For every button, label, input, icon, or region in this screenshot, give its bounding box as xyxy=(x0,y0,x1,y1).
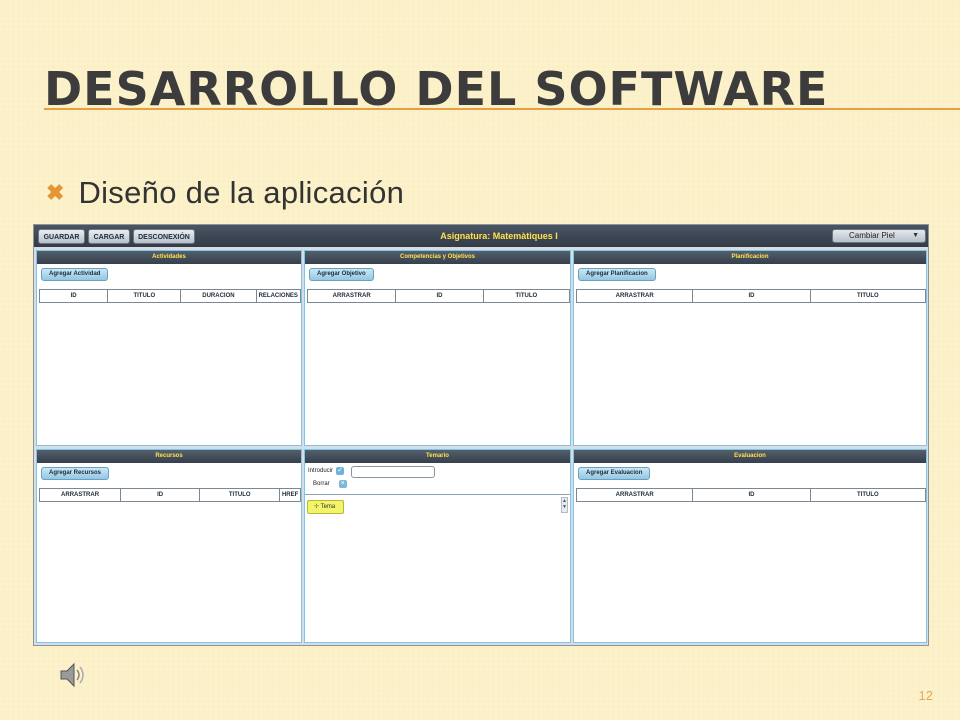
triangle-down-icon: ▼ xyxy=(912,232,919,239)
actividades-table-header: ID TITULO DURACION RELACIONES xyxy=(39,289,301,303)
panel-temario: Temario Introducir ✓ Borrar × ▲ ▼ ✢ Tema xyxy=(304,449,571,643)
bullet-text: Diseño de la aplicación xyxy=(78,175,405,210)
panel-actividades: Actividades Agregar Actividad ID TITULO … xyxy=(36,250,302,446)
app-title: Asignatura: Matemàtiques I xyxy=(440,231,558,241)
column-header[interactable]: HREF xyxy=(280,489,300,501)
desconexion-button[interactable]: DESCONEXIÓN xyxy=(133,229,195,244)
toolbar: GUARDAR CARGAR DESCONEXIÓN Asignatura: M… xyxy=(34,225,928,247)
title-rule xyxy=(44,108,960,110)
column-header[interactable]: ID xyxy=(693,489,811,501)
panel-temario-header: Temario xyxy=(305,450,570,463)
planificacion-table-header: ARRASTRAR ID TITULO xyxy=(576,289,926,303)
column-header[interactable]: TITULO xyxy=(811,489,925,501)
column-header[interactable]: ID xyxy=(40,290,109,302)
column-header[interactable]: ID xyxy=(396,290,484,302)
agregar-evaluacion-button[interactable]: Agregar Evaluacion xyxy=(578,467,651,480)
panel-actividades-header: Actividades xyxy=(37,251,301,264)
column-header[interactable]: ARRASTRAR xyxy=(577,489,694,501)
panel-evaluacion-header: Evaluacion xyxy=(574,450,926,463)
evaluacion-table-header: ARRASTRAR ID TITULO xyxy=(576,488,926,502)
panel-planificacion-header: Planificacion xyxy=(574,251,926,264)
guardar-button[interactable]: GUARDAR xyxy=(38,229,85,244)
introducir-row: Introducir ✓ xyxy=(308,467,345,475)
panel-planificacion: Planificacion Agregar Planificacion ARRA… xyxy=(573,250,927,446)
agregar-actividad-button[interactable]: Agregar Actividad xyxy=(41,268,109,281)
column-header[interactable]: RELACIONES xyxy=(257,290,301,302)
column-header[interactable]: ARRASTRAR xyxy=(577,290,694,302)
column-header[interactable]: TITULO xyxy=(811,290,925,302)
plus-icon: ✢ xyxy=(314,504,320,510)
check-icon[interactable]: ✓ xyxy=(336,467,345,475)
panel-recursos: Recursos Agregar Recursos ARRASTRAR ID T… xyxy=(36,449,302,643)
column-header[interactable]: TITULO xyxy=(484,290,569,302)
x-bullet-icon: ✖ xyxy=(46,180,65,205)
agregar-objetivo-button[interactable]: Agregar Objetivo xyxy=(309,268,374,281)
borrar-label: Borrar xyxy=(313,481,330,487)
panel-recursos-header: Recursos xyxy=(37,450,301,463)
tema-input[interactable] xyxy=(351,466,435,478)
column-header[interactable]: ID xyxy=(693,290,811,302)
column-header[interactable]: DURACION xyxy=(181,290,257,302)
app-window: GUARDAR CARGAR DESCONEXIÓN Asignatura: M… xyxy=(33,224,929,646)
close-icon[interactable]: × xyxy=(338,480,347,488)
agregar-planificacion-button[interactable]: Agregar Planificacion xyxy=(578,268,656,281)
panel-competencias-header: Competencias y Objetivos xyxy=(305,251,570,264)
skin-select[interactable]: Cambiar Piel ▼ xyxy=(832,229,926,243)
panel-competencias: Competencias y Objetivos Agregar Objetiv… xyxy=(304,250,571,446)
speaker-icon[interactable] xyxy=(58,660,88,695)
skin-select-value: Cambiar Piel xyxy=(849,231,895,240)
column-header[interactable]: ID xyxy=(121,489,201,501)
competencias-table-header: ARRASTRAR ID TITULO xyxy=(307,289,570,303)
tree-node-tema[interactable]: ✢ Tema xyxy=(307,500,344,514)
tree-node-label: Tema xyxy=(320,504,336,510)
slide-title: Desarrollo del software xyxy=(44,62,829,116)
column-header[interactable]: ARRASTRAR xyxy=(308,290,397,302)
page-number: 12 xyxy=(918,688,933,703)
cargar-button[interactable]: CARGAR xyxy=(88,229,130,244)
agregar-recursos-button[interactable]: Agregar Recursos xyxy=(41,467,110,480)
column-header[interactable]: TITULO xyxy=(200,489,281,501)
column-header[interactable]: TITULO xyxy=(108,290,182,302)
tree-scrollbar[interactable]: ▲ ▼ xyxy=(561,497,568,513)
introducir-label: Introducir xyxy=(308,468,334,474)
column-header[interactable]: ARRASTRAR xyxy=(40,489,122,501)
bullet-row: ✖ Diseño de la aplicación xyxy=(46,175,404,211)
recursos-table-header: ARRASTRAR ID TITULO HREF xyxy=(39,488,301,502)
borrar-row: Borrar × xyxy=(313,480,347,488)
temario-tree: ▲ ▼ ✢ Tema xyxy=(305,494,570,641)
panel-evaluacion: Evaluacion Agregar Evaluacion ARRASTRAR … xyxy=(573,449,927,643)
